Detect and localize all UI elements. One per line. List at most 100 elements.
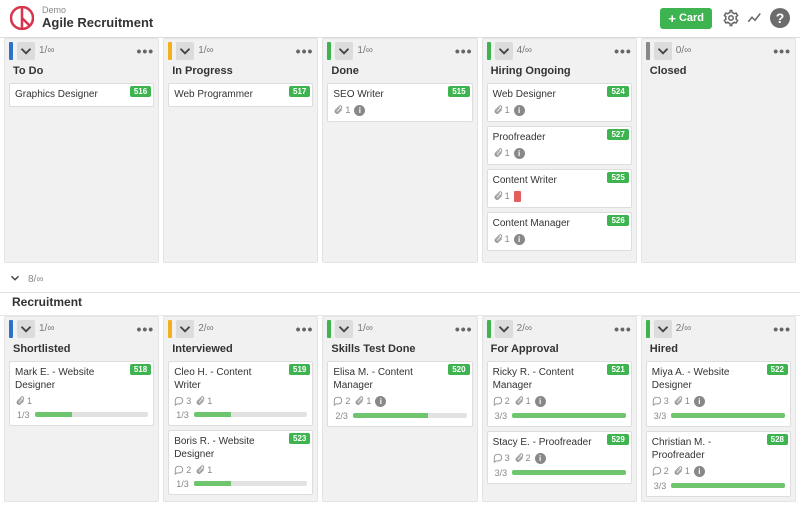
card[interactable]: 517 Web Programmer (168, 83, 313, 107)
card-id-badge: 515 (448, 86, 469, 97)
column-title: In Progress (164, 63, 317, 81)
attachment-icon: 2 (514, 453, 531, 463)
column-menu-icon[interactable]: ••• (614, 321, 632, 337)
card[interactable]: 519 Cleo H. - Content Writer 31 1/3 (168, 361, 313, 426)
card-id-badge: 522 (767, 364, 788, 375)
attachment-icon: 1 (673, 466, 690, 476)
card[interactable]: 525 Content Writer 1 (487, 169, 632, 208)
column-color-strip (487, 42, 491, 60)
column-menu-icon[interactable]: ••• (455, 321, 473, 337)
column-collapse-toggle[interactable] (176, 42, 194, 60)
column-color-strip (168, 42, 172, 60)
column-color-strip (487, 320, 491, 338)
board-column: 2/∞ ••• For Approval 521 Ricky R. - Cont… (482, 316, 637, 502)
plus-icon: + (668, 12, 676, 25)
card-title: Elisa M. - Content Manager (333, 366, 466, 392)
swimlane-collapse-toggle[interactable] (8, 271, 22, 288)
info-icon: i (514, 148, 525, 159)
card-id-badge: 526 (607, 215, 628, 226)
card-id-badge: 521 (607, 364, 628, 375)
info-icon: i (694, 466, 705, 477)
column-menu-icon[interactable]: ••• (455, 43, 473, 59)
column-title: Closed (642, 63, 795, 81)
column-menu-icon[interactable]: ••• (136, 43, 154, 59)
column-collapse-toggle[interactable] (495, 320, 513, 338)
column-collapse-toggle[interactable] (654, 42, 672, 60)
card[interactable]: 524 Web Designer 1i (487, 83, 632, 122)
board-column: 1/∞ ••• To Do 516 Graphics Designer (4, 38, 159, 263)
progress-bar (353, 413, 467, 418)
progress-bar (512, 413, 626, 418)
column-collapse-toggle[interactable] (17, 42, 35, 60)
column-color-strip (646, 320, 650, 338)
board-column: 4/∞ ••• Hiring Ongoing 524 Web Designer … (482, 38, 637, 263)
card-title: Christian M. - Proofreader (652, 436, 785, 462)
column-collapse-toggle[interactable] (495, 42, 513, 60)
column-menu-icon[interactable]: ••• (773, 43, 791, 59)
card-title: SEO Writer (333, 88, 466, 101)
column-title: To Do (5, 63, 158, 81)
column-title: Interviewed (164, 341, 317, 359)
column-menu-icon[interactable]: ••• (296, 321, 314, 337)
card[interactable]: 516 Graphics Designer (9, 83, 154, 107)
card-title: Miya A. - Website Designer (652, 366, 785, 392)
card-title: Cleo H. - Content Writer (174, 366, 307, 392)
board-title: Agile Recruitment (42, 15, 153, 31)
settings-icon[interactable] (720, 7, 742, 29)
attachment-icon: 1 (493, 234, 510, 244)
column-card-count: 2/∞ (517, 323, 532, 334)
board-column: 1/∞ ••• In Progress 517 Web Programmer (163, 38, 318, 263)
progress-bar (35, 412, 149, 417)
board-column: 1/∞ ••• Shortlisted 518 Mark E. - Websit… (4, 316, 159, 502)
help-icon[interactable]: ? (770, 8, 790, 28)
card[interactable]: 523 Boris R. - Website Designer 21 1/3 (168, 430, 313, 495)
column-collapse-toggle[interactable] (654, 320, 672, 338)
analytics-icon[interactable] (744, 7, 766, 29)
comments-icon: 2 (493, 396, 510, 406)
column-menu-icon[interactable]: ••• (773, 321, 791, 337)
card-title: Content Manager (493, 217, 626, 230)
card-id-badge: 520 (448, 364, 469, 375)
card[interactable]: 529 Stacy E. - Proofreader 32i 3/3 (487, 431, 632, 484)
card-id-badge: 524 (607, 86, 628, 97)
progress-bar (671, 413, 785, 418)
card[interactable]: 520 Elisa M. - Content Manager 21i 2/3 (327, 361, 472, 427)
attachment-icon: 1 (354, 396, 371, 406)
column-menu-icon[interactable]: ••• (614, 43, 632, 59)
comments-icon: 2 (174, 465, 191, 475)
attachment-icon: 1 (195, 396, 212, 406)
info-icon: i (375, 396, 386, 407)
subtask-count: 3/3 (652, 411, 667, 421)
card[interactable]: 527 Proofreader 1i (487, 126, 632, 165)
card[interactable]: 521 Ricky R. - Content Manager 21i 3/3 (487, 361, 632, 427)
column-collapse-toggle[interactable] (335, 320, 353, 338)
card-id-badge: 519 (289, 364, 310, 375)
add-card-button[interactable]: + Card (660, 8, 712, 29)
app-logo (10, 6, 34, 30)
info-icon: i (535, 453, 546, 464)
column-collapse-toggle[interactable] (17, 320, 35, 338)
card-id-badge: 523 (289, 433, 310, 444)
card[interactable]: 522 Miya A. - Website Designer 31i 3/3 (646, 361, 791, 427)
card[interactable]: 518 Mark E. - Website Designer 1 1/3 (9, 361, 154, 426)
board-column: 2/∞ ••• Hired 522 Miya A. - Website Desi… (641, 316, 796, 502)
card[interactable]: 515 SEO Writer 1i (327, 83, 472, 122)
progress-bar (512, 470, 626, 475)
card-id-badge: 529 (607, 434, 628, 445)
card-title: Ricky R. - Content Manager (493, 366, 626, 392)
card-id-badge: 516 (130, 86, 151, 97)
attachment-icon: 1 (673, 396, 690, 406)
column-menu-icon[interactable]: ••• (296, 43, 314, 59)
card[interactable]: 528 Christian M. - Proofreader 21i 3/3 (646, 431, 791, 497)
swimlane-name: Recruitment (0, 293, 800, 316)
attachment-icon: 1 (493, 105, 510, 115)
column-menu-icon[interactable]: ••• (136, 321, 154, 337)
attachment-icon: 1 (15, 396, 32, 406)
card[interactable]: 526 Content Manager 1i (487, 212, 632, 251)
info-icon: i (694, 396, 705, 407)
column-collapse-toggle[interactable] (335, 42, 353, 60)
column-card-count: 1/∞ (198, 45, 213, 56)
column-collapse-toggle[interactable] (176, 320, 194, 338)
progress-bar (194, 481, 308, 486)
subtask-count: 3/3 (493, 468, 508, 478)
